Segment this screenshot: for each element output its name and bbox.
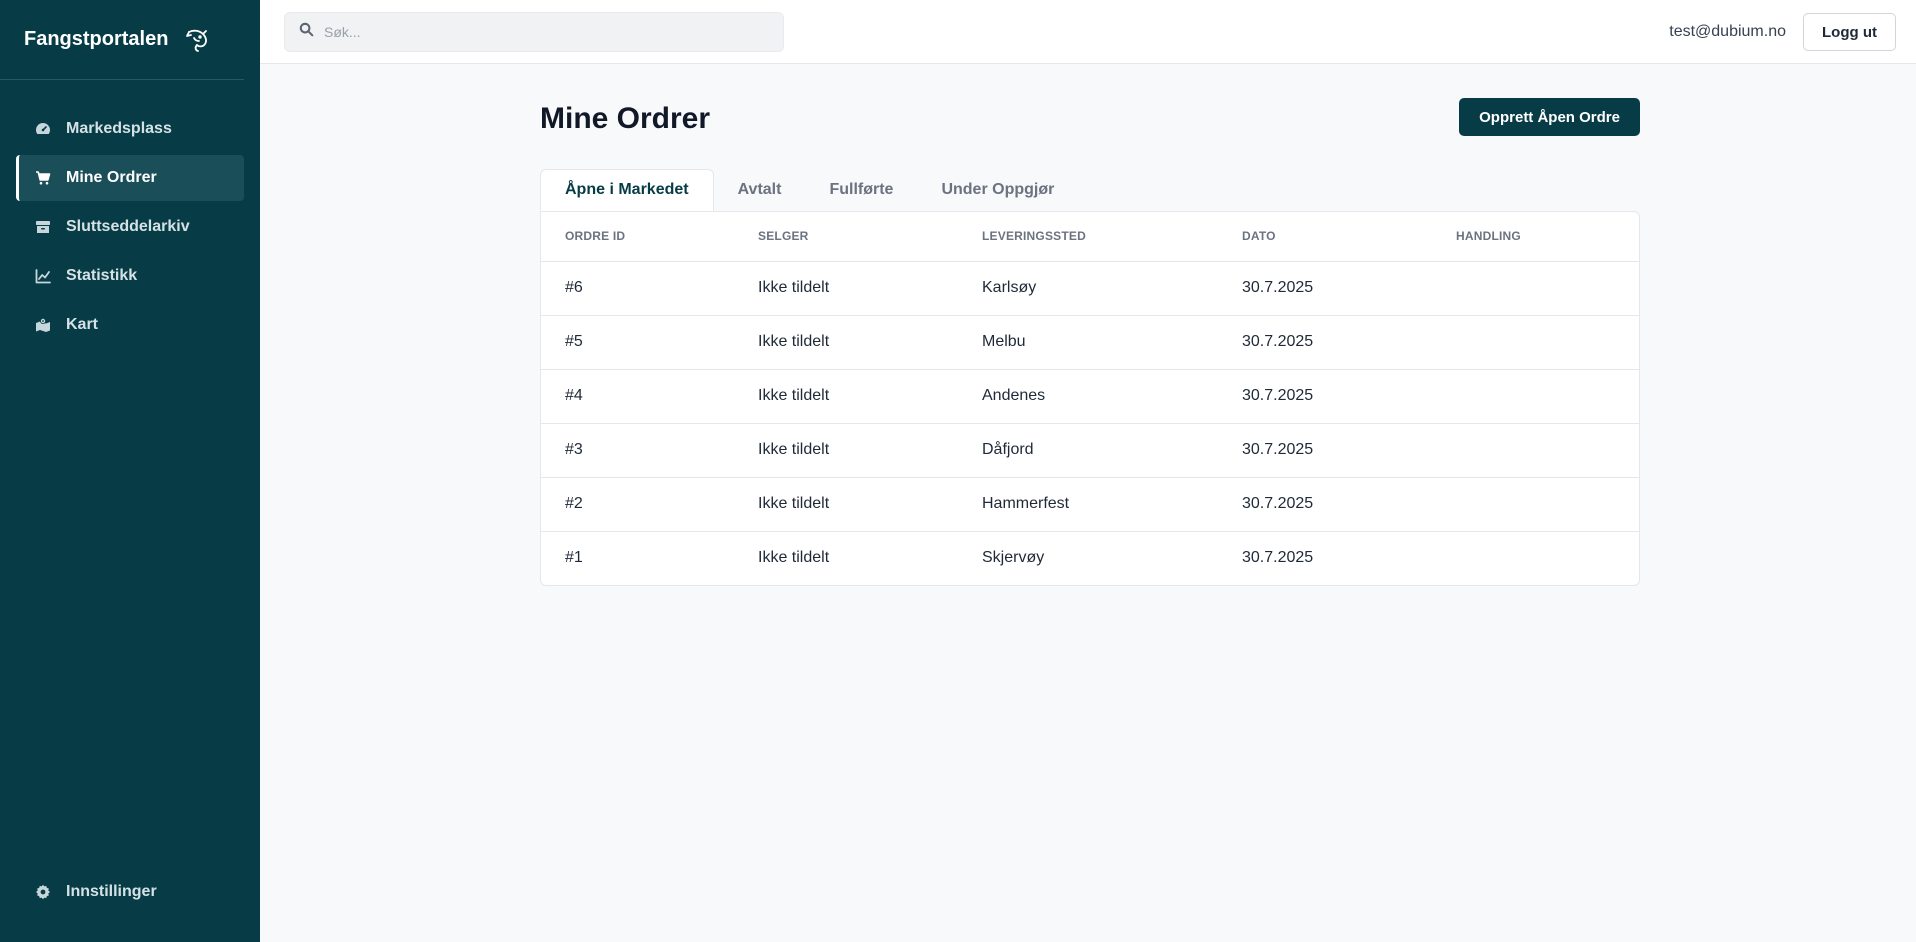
sidebar-item-statistikk[interactable]: Statistikk	[16, 253, 244, 299]
gear-icon	[34, 883, 52, 901]
action-cell	[1432, 261, 1639, 316]
tab-apne-i-markedet[interactable]: Åpne i Markedet	[540, 169, 714, 211]
column-header-handling: HANDLING	[1432, 212, 1639, 262]
seller-cell: Ikke tildelt	[734, 261, 958, 316]
action-cell	[1432, 477, 1639, 532]
order-id-cell: #2	[541, 477, 734, 532]
orders-table-container: ORDRE ID SELGER LEVERINGSSTED DATO HANDL…	[540, 211, 1640, 586]
sidebar: Fangstportalen Markedsplass Mine Ordrer	[0, 0, 260, 942]
fish-logo-icon	[182, 25, 212, 55]
action-cell	[1432, 369, 1639, 424]
order-id-cell: #3	[541, 423, 734, 478]
sidebar-item-innstillinger[interactable]: Innstillinger	[16, 869, 244, 915]
table-row[interactable]: #2 Ikke tildelt Hammerfest 30.7.2025	[541, 477, 1639, 532]
table-row[interactable]: #6 Ikke tildelt Karlsøy 30.7.2025	[541, 261, 1639, 316]
delivery-place-cell: Andenes	[958, 369, 1218, 424]
sidebar-nav: Markedsplass Mine Ordrer Sluttseddelarki…	[0, 80, 260, 348]
table-row[interactable]: #5 Ikke tildelt Melbu 30.7.2025	[541, 315, 1639, 370]
action-cell	[1432, 315, 1639, 370]
action-cell	[1432, 423, 1639, 478]
column-header-selger: SELGER	[734, 212, 958, 262]
order-id-cell: #1	[565, 549, 583, 567]
date-cell: 30.7.2025	[1218, 261, 1432, 316]
table-header-row: ORDRE ID SELGER LEVERINGSSTED DATO HANDL…	[541, 212, 1639, 262]
line-chart-icon	[34, 267, 52, 285]
date-cell: 30.7.2025	[1218, 423, 1432, 478]
sidebar-item-label: Statistikk	[66, 267, 138, 284]
logout-button[interactable]: Logg ut	[1803, 13, 1896, 51]
user-email: test@dubium.no	[1669, 23, 1786, 40]
date-cell: 30.7.2025	[1242, 549, 1314, 567]
orders-table: ORDRE ID SELGER LEVERINGSSTED DATO HANDL…	[541, 212, 1639, 585]
sidebar-item-mine-ordrer[interactable]: Mine Ordrer	[16, 155, 244, 201]
delivery-place-cell: Skjervøy	[982, 549, 1045, 567]
delivery-place-cell: Dåfjord	[958, 423, 1218, 478]
action-cell	[1432, 531, 1639, 585]
page-title: Mine Ordrer	[540, 102, 711, 135]
sidebar-item-label: Innstillinger	[66, 883, 157, 900]
seller-cell: Ikke tildelt	[734, 369, 958, 424]
sidebar-item-kart[interactable]: Kart	[16, 302, 244, 348]
seller-cell: Ikke tildelt	[758, 549, 830, 567]
search-box[interactable]	[284, 12, 784, 52]
date-cell: 30.7.2025	[1218, 315, 1432, 370]
sidebar-item-label: Mine Ordrer	[66, 169, 157, 186]
order-id-cell: #5	[541, 315, 734, 370]
tab-under-oppgjor[interactable]: Under Oppgjør	[917, 169, 1078, 211]
order-id-cell: #4	[541, 369, 734, 424]
shopping-cart-icon	[34, 169, 52, 187]
brand: Fangstportalen	[0, 0, 244, 80]
sidebar-bottom: Innstillinger	[16, 869, 244, 918]
sidebar-item-label: Markedsplass	[66, 120, 172, 137]
delivery-place-cell: Melbu	[958, 315, 1218, 370]
seller-cell: Ikke tildelt	[734, 477, 958, 532]
sidebar-item-sluttseddelarkiv[interactable]: Sluttseddelarkiv	[16, 204, 244, 250]
table-row[interactable]: #4 Ikke tildelt Andenes 30.7.2025	[541, 369, 1639, 424]
date-cell: 30.7.2025	[1218, 369, 1432, 424]
search-input[interactable]	[324, 24, 764, 40]
map-icon	[34, 316, 52, 334]
date-cell: 30.7.2025	[1218, 477, 1432, 532]
sidebar-item-label: Sluttseddelarkiv	[66, 218, 190, 235]
search-icon	[299, 22, 314, 42]
column-header-ordre-id: ORDRE ID	[541, 212, 734, 262]
seller-cell: Ikke tildelt	[734, 423, 958, 478]
dashboard-gauge-icon	[34, 120, 52, 138]
sidebar-item-label: Kart	[66, 316, 99, 333]
order-id-cell: #6	[541, 261, 734, 316]
tab-fullforte[interactable]: Fullførte	[805, 169, 917, 211]
archive-box-icon	[34, 218, 52, 236]
seller-cell: Ikke tildelt	[734, 315, 958, 370]
column-header-dato: DATO	[1218, 212, 1432, 262]
table-row[interactable]: #1 Ikke tildelt Skjervøy 30.7.2025	[541, 531, 1639, 585]
table-row[interactable]: #3 Ikke tildelt Dåfjord 30.7.2025	[541, 423, 1639, 478]
create-open-order-button[interactable]: Opprett Åpen Ordre	[1459, 98, 1640, 136]
top-header: test@dubium.no Logg ut	[260, 0, 1916, 64]
column-header-leveringssted: LEVERINGSSTED	[958, 212, 1218, 262]
tab-avtalt[interactable]: Avtalt	[714, 169, 806, 211]
app-title: Fangstportalen	[24, 28, 169, 50]
order-tabs: Åpne i Markedet Avtalt Fullførte Under O…	[540, 169, 1078, 211]
delivery-place-cell: Hammerfest	[958, 477, 1218, 532]
delivery-place-cell: Karlsøy	[958, 261, 1218, 316]
sidebar-item-markedsplass[interactable]: Markedsplass	[16, 106, 244, 152]
